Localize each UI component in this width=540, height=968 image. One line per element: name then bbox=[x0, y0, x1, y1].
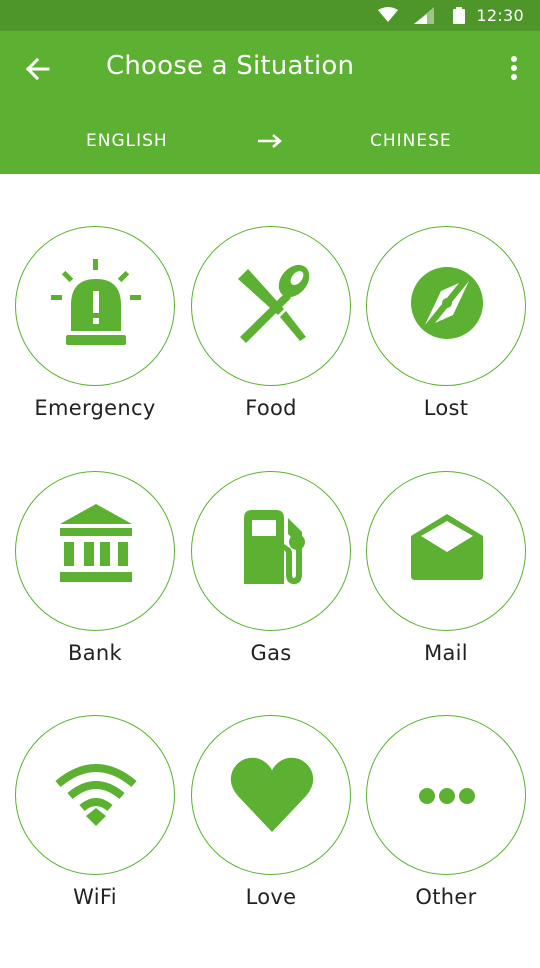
situation-circle[interactable] bbox=[15, 471, 175, 631]
compass-icon bbox=[411, 267, 483, 339]
situation-circle[interactable] bbox=[191, 226, 351, 386]
situation-circle[interactable] bbox=[366, 226, 526, 386]
situation-mail[interactable]: Mail bbox=[366, 471, 540, 681]
situation-other[interactable]: Other bbox=[366, 715, 540, 925]
mail-icon bbox=[411, 514, 483, 580]
situation-circle[interactable] bbox=[15, 226, 175, 386]
source-language[interactable]: ENGLISH bbox=[86, 131, 168, 151]
situation-circle[interactable] bbox=[366, 471, 526, 631]
fork-spoon-icon bbox=[238, 264, 310, 343]
situation-label: Emergency bbox=[34, 396, 156, 420]
situation-love[interactable]: Love bbox=[191, 715, 367, 925]
gas-pump-icon bbox=[244, 510, 305, 584]
situation-label: Mail bbox=[424, 641, 468, 665]
cell-signal-icon bbox=[414, 7, 434, 24]
battery-icon bbox=[453, 7, 465, 24]
siren-icon bbox=[51, 259, 141, 345]
situation-label: Food bbox=[245, 396, 297, 420]
situation-food[interactable]: Food bbox=[191, 226, 367, 436]
situation-circle[interactable] bbox=[191, 715, 351, 875]
status-bar: 12:30 bbox=[0, 0, 540, 31]
back-arrow-icon[interactable] bbox=[20, 51, 56, 87]
situation-lost[interactable]: Lost bbox=[366, 226, 540, 436]
situation-emergency[interactable]: Emergency bbox=[15, 226, 191, 436]
situation-label: Lost bbox=[423, 396, 469, 420]
situation-label: WiFi bbox=[73, 885, 117, 909]
situation-label: Bank bbox=[68, 641, 122, 665]
situation-circle[interactable] bbox=[191, 471, 351, 631]
situation-wifi[interactable]: WiFi bbox=[15, 715, 191, 925]
situation-circle[interactable] bbox=[15, 715, 175, 875]
situation-label: Love bbox=[245, 885, 297, 909]
arrow-right-icon[interactable] bbox=[257, 131, 283, 151]
status-time: 12:30 bbox=[476, 6, 524, 25]
more-horizontal-icon bbox=[419, 788, 475, 804]
situation-label: Other bbox=[415, 885, 477, 909]
page-title: Choose a Situation bbox=[106, 51, 355, 81]
situation-grid: Emergency Food Lost Bank Gas Mail WiFi L… bbox=[0, 174, 540, 968]
situation-gas[interactable]: Gas bbox=[191, 471, 367, 681]
bank-icon bbox=[60, 504, 132, 582]
situation-label: Gas bbox=[250, 641, 292, 665]
more-vert-icon[interactable] bbox=[502, 53, 526, 85]
target-language[interactable]: CHINESE bbox=[370, 131, 452, 151]
heart-icon bbox=[230, 757, 314, 832]
situation-circle[interactable] bbox=[366, 715, 526, 875]
wifi-status-icon bbox=[378, 7, 398, 22]
app-bar: Choose a Situation ENGLISH CHINESE bbox=[0, 31, 540, 174]
situation-bank[interactable]: Bank bbox=[15, 471, 191, 681]
wifi-icon bbox=[55, 764, 137, 826]
